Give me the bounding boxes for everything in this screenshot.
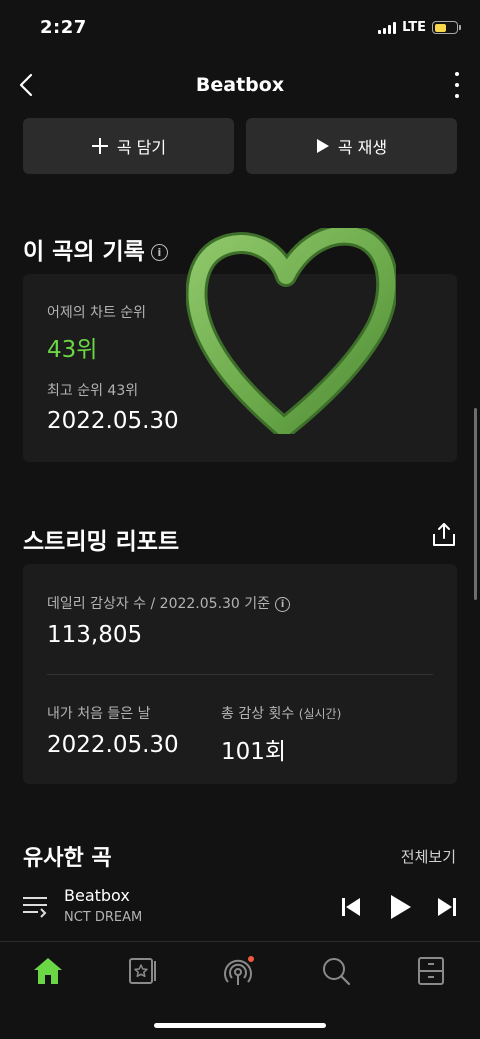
signal-icon bbox=[378, 21, 397, 34]
page-title: Beatbox bbox=[195, 74, 285, 96]
best-rank-label: 최고 순위 43위 bbox=[47, 383, 139, 399]
now-playing-title: Beatbox bbox=[64, 886, 130, 905]
queue-icon bbox=[23, 897, 47, 918]
notification-dot bbox=[248, 956, 254, 962]
network-type: LTE bbox=[402, 20, 426, 35]
more-options-button[interactable] bbox=[452, 72, 462, 98]
play-song-label: 곡 재생 bbox=[337, 138, 388, 157]
daily-listeners-label-text: 데일리 감상자 수 / 2022.05.30 기준 bbox=[47, 596, 271, 612]
play-button[interactable] bbox=[388, 894, 412, 920]
total-plays-label: 총 감상 횟수 (실시간) bbox=[221, 703, 341, 723]
first-listened-value: 2022.05.30 bbox=[47, 732, 179, 758]
mini-player[interactable]: Beatbox NCT DREAM bbox=[0, 872, 480, 942]
yesterday-rank-value: 43위 bbox=[47, 337, 98, 363]
battery-icon bbox=[432, 21, 461, 34]
action-row: 곡 담기 곡 재생 bbox=[23, 118, 457, 174]
previous-icon bbox=[342, 898, 360, 916]
search-icon bbox=[323, 958, 351, 986]
daily-listeners-value: 113,805 bbox=[47, 622, 143, 648]
play-icon bbox=[391, 895, 411, 919]
page-header: Beatbox bbox=[0, 62, 480, 108]
play-icon bbox=[316, 139, 329, 153]
add-to-playlist-button[interactable]: 곡 담기 bbox=[23, 118, 234, 174]
status-indicators: LTE bbox=[378, 20, 461, 35]
yesterday-rank-label: 어제의 차트 순위 bbox=[47, 305, 147, 321]
plus-icon bbox=[91, 138, 108, 154]
divider bbox=[47, 674, 433, 675]
total-plays-suffix: (실시간) bbox=[298, 707, 342, 721]
see-all-link[interactable]: 전체보기 bbox=[401, 846, 456, 867]
tab-library[interactable] bbox=[125, 953, 161, 989]
tab-podcast[interactable] bbox=[221, 953, 257, 989]
home-indicator bbox=[154, 1023, 326, 1028]
tab-storage[interactable] bbox=[413, 953, 449, 989]
daily-listeners-label: 데일리 감상자 수 / 2022.05.30 기준 i bbox=[47, 593, 291, 613]
history-title-text: 이 곡의 기록 bbox=[23, 239, 145, 265]
total-plays-label-text: 총 감상 횟수 bbox=[221, 706, 295, 722]
library-star-icon bbox=[129, 958, 156, 984]
play-song-button[interactable]: 곡 재생 bbox=[246, 118, 457, 174]
previous-button[interactable] bbox=[340, 894, 364, 920]
history-card: 어제의 차트 순위 43위 최고 순위 43위 2022.05.30 bbox=[23, 274, 457, 462]
share-button[interactable] bbox=[432, 522, 456, 548]
add-to-playlist-label: 곡 담기 bbox=[116, 138, 167, 157]
status-bar: 2:27 LTE bbox=[0, 0, 480, 56]
scrollbar[interactable] bbox=[474, 408, 477, 600]
next-icon bbox=[438, 898, 456, 916]
total-plays-value: 101회 bbox=[221, 739, 287, 765]
streaming-card: 데일리 감상자 수 / 2022.05.30 기준 i 113,805 내가 처음… bbox=[23, 564, 457, 784]
status-time: 2:27 bbox=[40, 17, 87, 38]
similar-songs-title: 유사한 곡 bbox=[23, 846, 112, 871]
first-listened-label: 내가 처음 들은 날 bbox=[47, 706, 151, 722]
next-button[interactable] bbox=[436, 894, 460, 920]
now-playing-artist: NCT DREAM bbox=[64, 910, 143, 925]
tab-search[interactable] bbox=[318, 953, 354, 989]
podcast-icon bbox=[224, 956, 254, 985]
share-icon bbox=[433, 523, 455, 546]
best-rank-date: 2022.05.30 bbox=[47, 408, 179, 434]
info-icon[interactable]: i bbox=[275, 596, 291, 612]
home-icon bbox=[34, 958, 62, 984]
info-icon[interactable]: i bbox=[150, 244, 168, 261]
playlist-queue-button[interactable] bbox=[22, 895, 48, 919]
storage-icon bbox=[418, 957, 444, 985]
streaming-section-title: 스트리밍 리포트 bbox=[23, 529, 180, 555]
tab-home[interactable] bbox=[30, 953, 66, 989]
history-section-title: 이 곡의 기록 i bbox=[23, 232, 168, 266]
